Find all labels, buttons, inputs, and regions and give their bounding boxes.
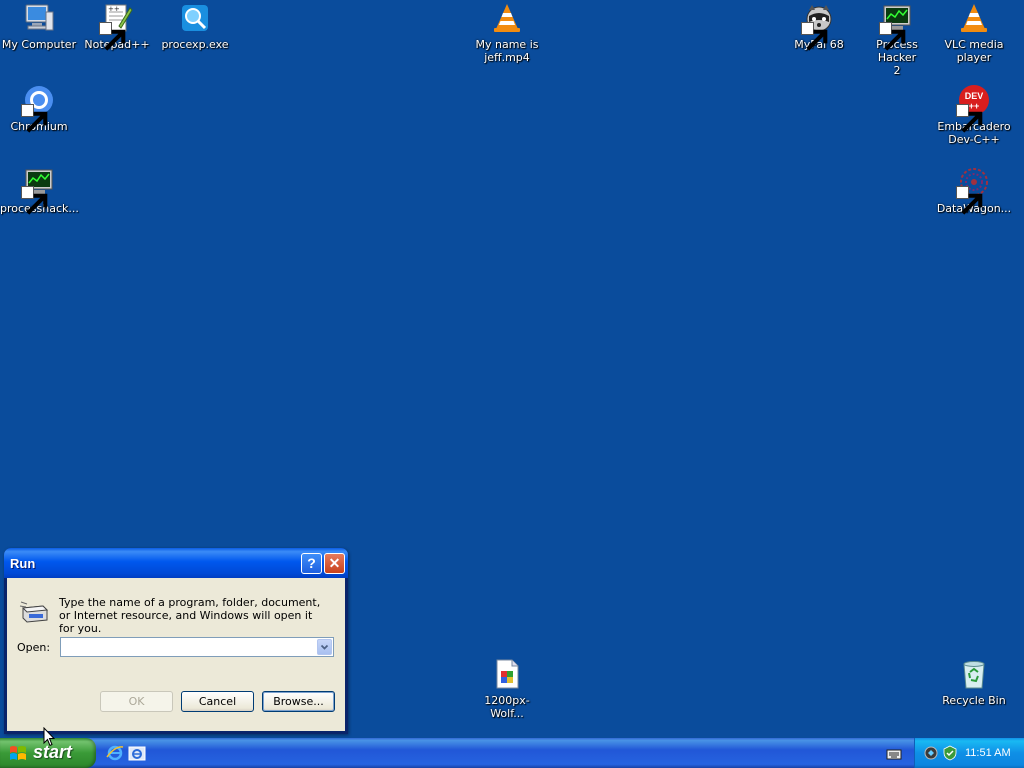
desktop-icon-label: VLC media player: [944, 38, 1004, 64]
desktop-icon-label: Recycle Bin: [942, 694, 1006, 707]
svg-text:++: ++: [108, 5, 120, 13]
browse-button[interactable]: Browse...: [262, 691, 335, 712]
desktop-icon-processhacker-short[interactable]: processhack...: [0, 166, 79, 215]
network-icon[interactable]: [923, 745, 939, 761]
dropdown-arrow-button[interactable]: [317, 639, 332, 655]
windows-flag-icon: [10, 746, 26, 760]
recycle-bin-icon: [958, 658, 990, 690]
desktop-icon-jeff-video[interactable]: My name is jeff.mp4: [468, 2, 546, 64]
internet-explorer-icon[interactable]: [106, 744, 124, 762]
desktop[interactable]: { "desktop": { "icons": { "my_computer":…: [0, 0, 1024, 768]
close-button[interactable]: ✕: [324, 553, 345, 574]
desktop-icon-label: 1200px-Wolf...: [484, 694, 530, 720]
svg-text:DEV: DEV: [965, 91, 984, 101]
shortcut-arrow-icon: [99, 22, 126, 51]
help-button[interactable]: ?: [301, 553, 322, 574]
chevron-down-icon: [320, 644, 329, 650]
ok-button[interactable]: OK: [100, 691, 173, 712]
open-label: Open:: [17, 641, 51, 654]
run-icon: [19, 596, 51, 628]
datawagon-icon: [956, 166, 990, 215]
desktop-icon-notepadpp[interactable]: ++ Notepad++: [78, 2, 156, 51]
my-computer-icon: [23, 2, 55, 34]
desktop-icon-label: My name is jeff.mp4: [475, 38, 539, 64]
image-file-icon: [491, 658, 523, 690]
desktop-icon-my-computer[interactable]: My Computer: [0, 2, 78, 51]
shortcut-arrow-icon: [21, 104, 48, 133]
run-dialog-body: Type the name of a program, folder, docu…: [7, 578, 345, 731]
shortcut-arrow-icon: [956, 186, 983, 215]
open-combobox[interactable]: [60, 637, 334, 657]
desktop-icon-label: procexp.exe: [161, 38, 229, 51]
desktop-icon-datawagon[interactable]: DataWagon...: [935, 166, 1013, 215]
shortcut-arrow-icon: [21, 186, 48, 215]
desktop-icon-mypal[interactable]: MyPal 68: [780, 2, 858, 51]
system-tray: 11:51 AM: [914, 738, 1024, 768]
taskbar: start 11:51 AM: [0, 738, 1024, 768]
desktop-icon-process-hacker[interactable]: Process Hacker 2: [858, 2, 936, 77]
mypal-raccoon-icon: [801, 2, 835, 51]
desktop-icon-chromium[interactable]: Chromium: [0, 84, 78, 133]
cancel-button[interactable]: Cancel: [181, 691, 254, 712]
keyboard-icon[interactable]: [886, 746, 902, 760]
desktop-icon-wolf-image[interactable]: 1200px-Wolf...: [468, 658, 546, 720]
process-hacker-icon: [21, 166, 55, 215]
clock[interactable]: 11:51 AM: [965, 747, 1011, 759]
process-hacker-icon: [879, 2, 913, 51]
desktop-icon-procexp[interactable]: procexp.exe: [156, 2, 234, 51]
shortcut-arrow-icon: [956, 104, 983, 133]
chromium-icon: [21, 84, 55, 133]
desktop-icon-recycle-bin[interactable]: Recycle Bin: [935, 658, 1013, 707]
vlc-cone-icon: [491, 2, 523, 34]
run-instructions: Type the name of a program, folder, docu…: [59, 596, 321, 635]
notepadpp-icon: ++: [99, 2, 133, 51]
run-dialog-titlebar[interactable]: Run ? ✕: [4, 548, 348, 578]
shortcut-arrow-icon: [879, 22, 906, 51]
procexp-icon: [179, 2, 211, 34]
vlc-cone-icon: [958, 2, 990, 34]
open-input[interactable]: [63, 639, 313, 655]
run-dialog: Run ? ✕ Type the name of a program, fold…: [4, 548, 348, 734]
desktop-icon-devcpp[interactable]: DEV ++ Embarcadero Dev-C++: [935, 84, 1013, 146]
desktop-icon-vlc[interactable]: VLC media player: [935, 2, 1013, 64]
security-shield-icon[interactable]: [942, 745, 958, 761]
show-desktop-icon[interactable]: [128, 744, 146, 762]
shortcut-arrow-icon: [801, 22, 828, 51]
devcpp-icon: DEV ++: [956, 84, 990, 133]
mouse-cursor-icon: [43, 727, 55, 747]
run-dialog-title: Run: [10, 556, 36, 571]
desktop-icon-label: My Computer: [1, 38, 77, 51]
